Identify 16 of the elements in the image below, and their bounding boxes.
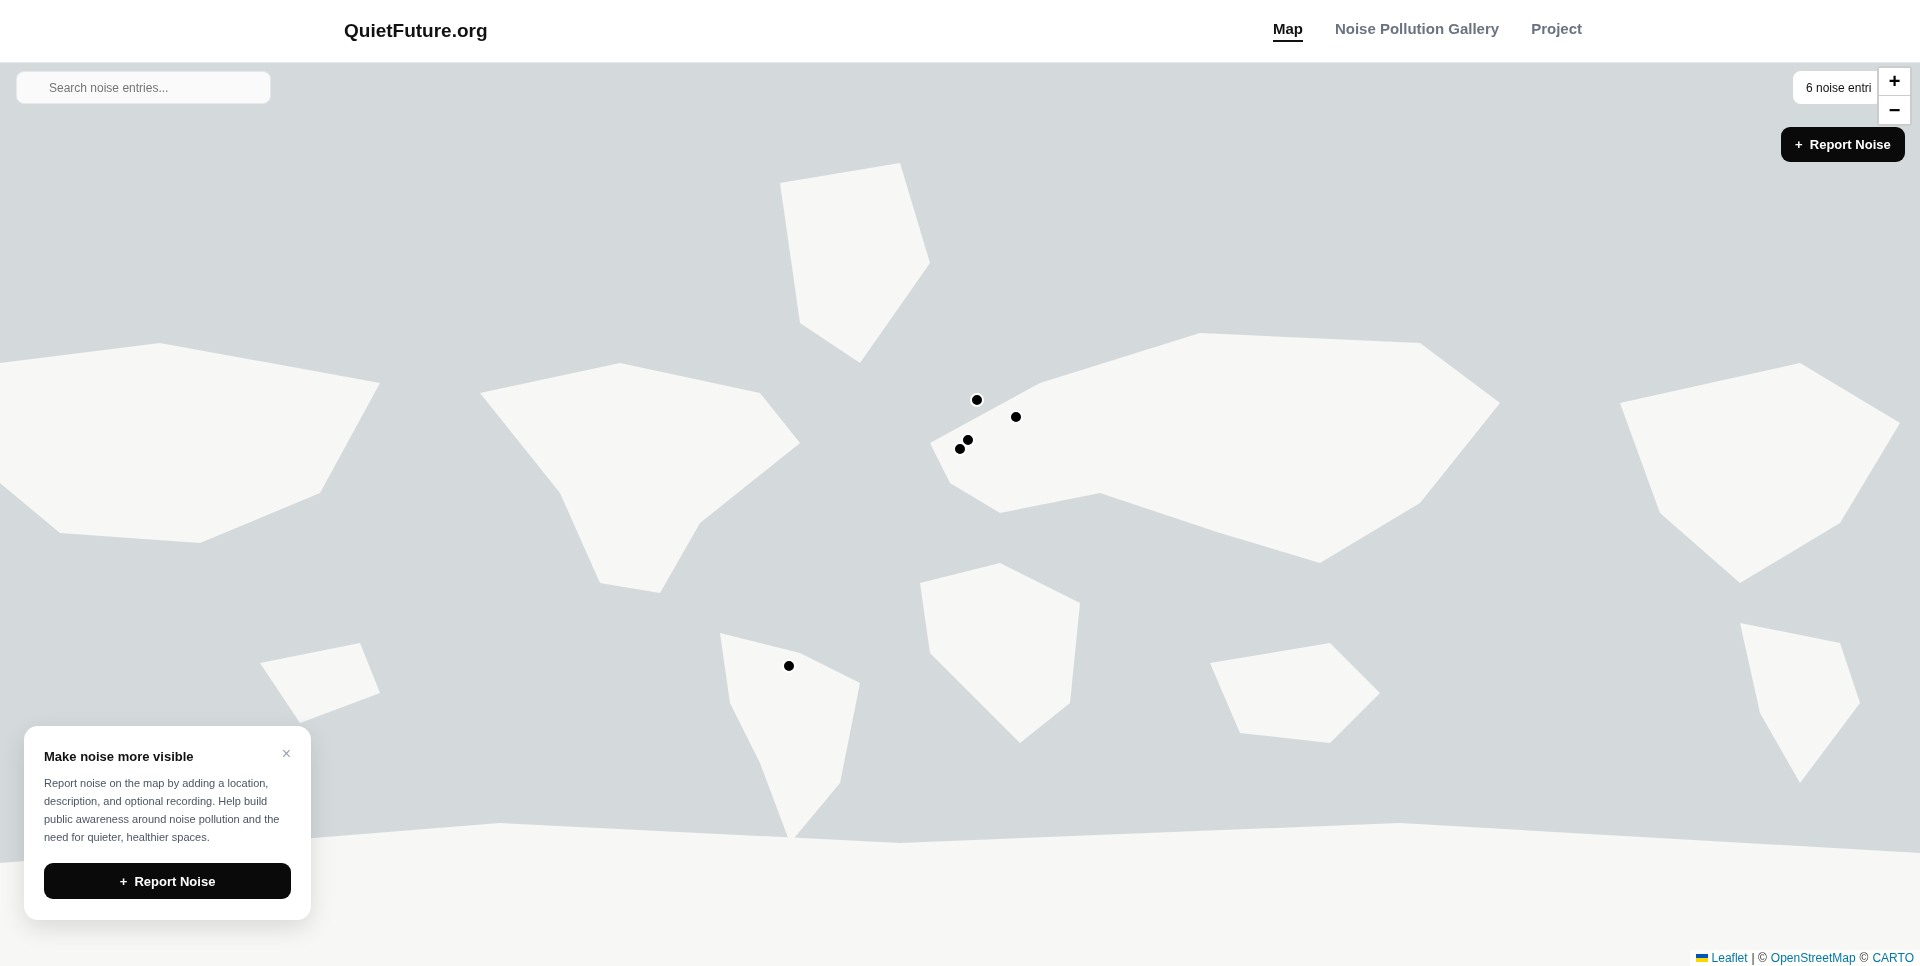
attribution-link[interactable]: Leaflet <box>1711 951 1748 965</box>
flag-icon <box>1695 954 1708 962</box>
nav-link[interactable]: Noise Pollution Gallery <box>1334 20 1500 42</box>
nav-link[interactable]: Project <box>1531 20 1582 42</box>
attribution-separator: | © <box>1751 951 1767 965</box>
card-title: Make noise more visible <box>44 749 194 764</box>
card-text: Report noise on the map by adding a location, description, and optional recording. Help build public awareness around noise pollution and the need for quieter, healthier spaces. <box>44 776 281 845</box>
report-noise-button[interactable]: + Report Noise <box>44 863 291 899</box>
attribution-separator: © <box>1859 951 1869 965</box>
attribution-link[interactable]: CARTO <box>1872 951 1914 965</box>
zoom-in-button[interactable]: + <box>1879 68 1910 96</box>
site-logo[interactable]: QuietFuture.org <box>344 20 488 42</box>
nav-link[interactable]: Map <box>1272 20 1303 42</box>
report-noise-button[interactable]: + Report Noise <box>1781 127 1905 162</box>
search-field[interactable]: Search noise entries... <box>16 71 271 104</box>
attribution-link[interactable]: OpenStreetMap <box>1770 951 1856 965</box>
